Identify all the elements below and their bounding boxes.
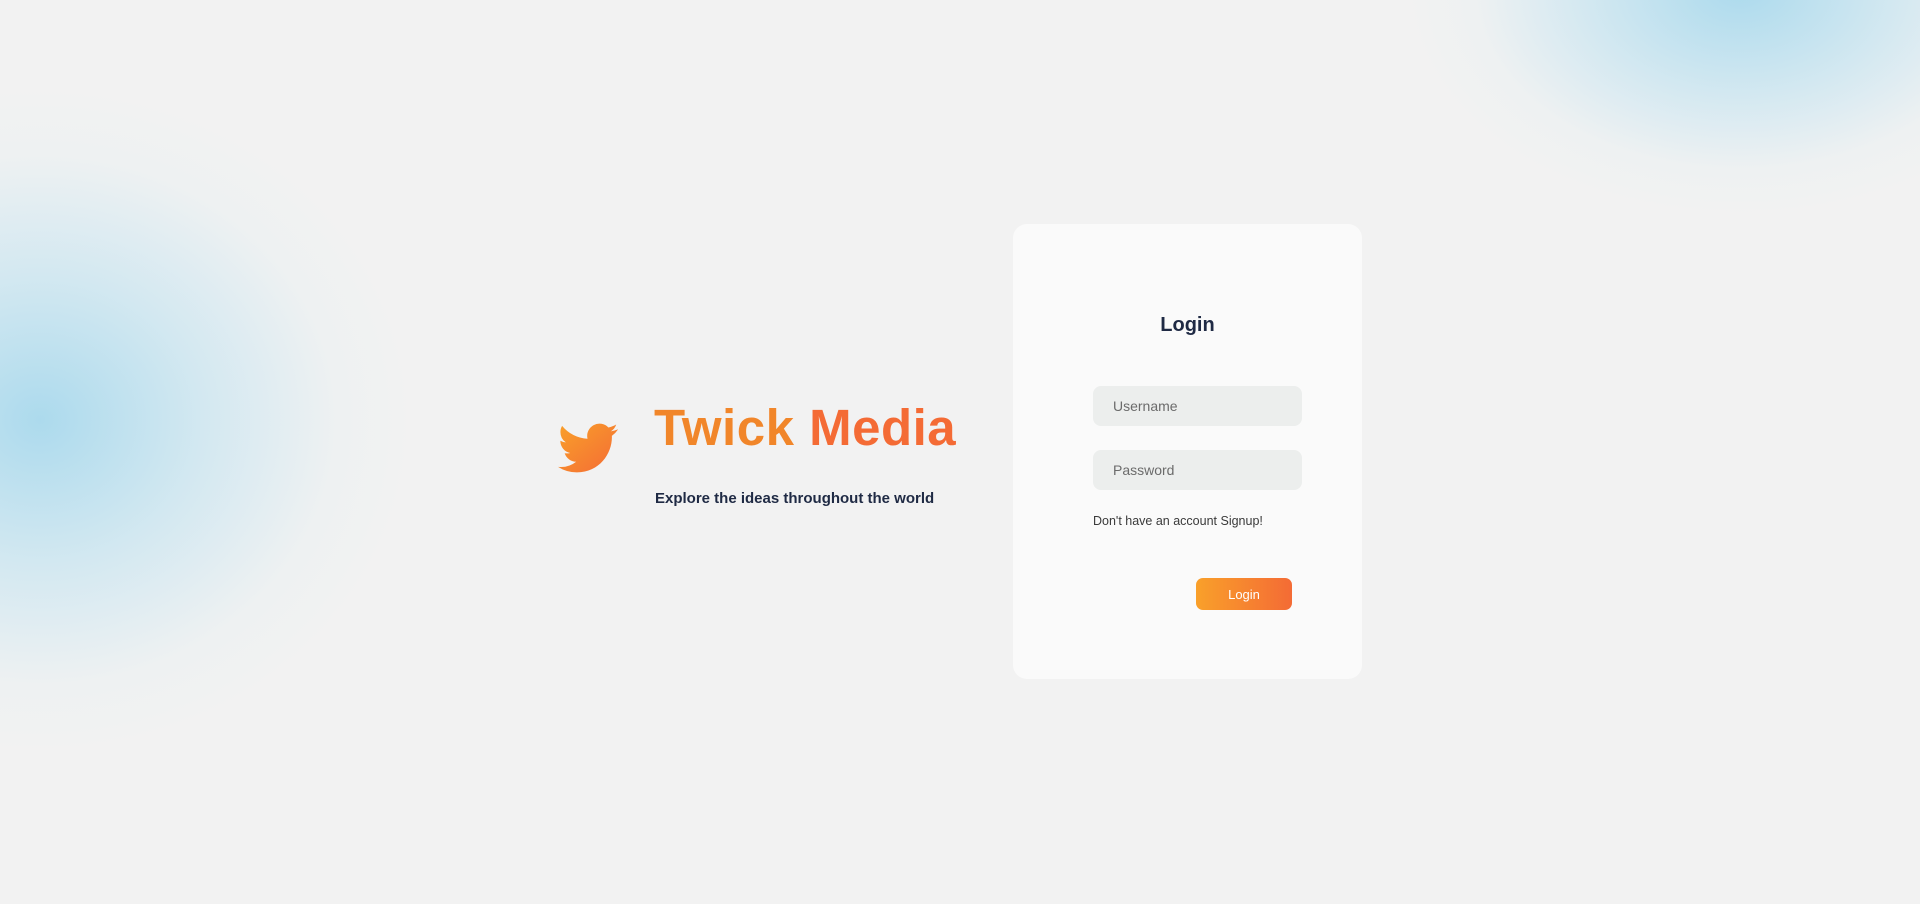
bird-icon — [558, 423, 618, 473]
page: Twick Media Explore the ideas throughout… — [0, 0, 1920, 904]
background-blob-right — [1400, 0, 1920, 220]
signup-prompt: Don't have an account Signup! — [1093, 514, 1263, 528]
background-blob-left — [0, 80, 420, 760]
brand-section: Twick Media Explore the ideas throughout… — [553, 398, 973, 518]
signup-prompt-text: Don't have an account — [1093, 514, 1217, 528]
login-card: Login Don't have an account Signup! Logi… — [1013, 224, 1362, 679]
login-button[interactable]: Login — [1196, 578, 1292, 610]
username-input[interactable] — [1093, 386, 1302, 426]
brand-title: Twick Media — [654, 398, 956, 457]
signup-link[interactable]: Signup! — [1220, 514, 1262, 528]
password-input[interactable] — [1093, 450, 1302, 490]
brand-tagline: Explore the ideas throughout the world — [655, 490, 935, 507]
brand-name-first: Twick — [654, 399, 795, 456]
login-title: Login — [1160, 314, 1215, 336]
brand-name-second: Media — [809, 399, 957, 456]
